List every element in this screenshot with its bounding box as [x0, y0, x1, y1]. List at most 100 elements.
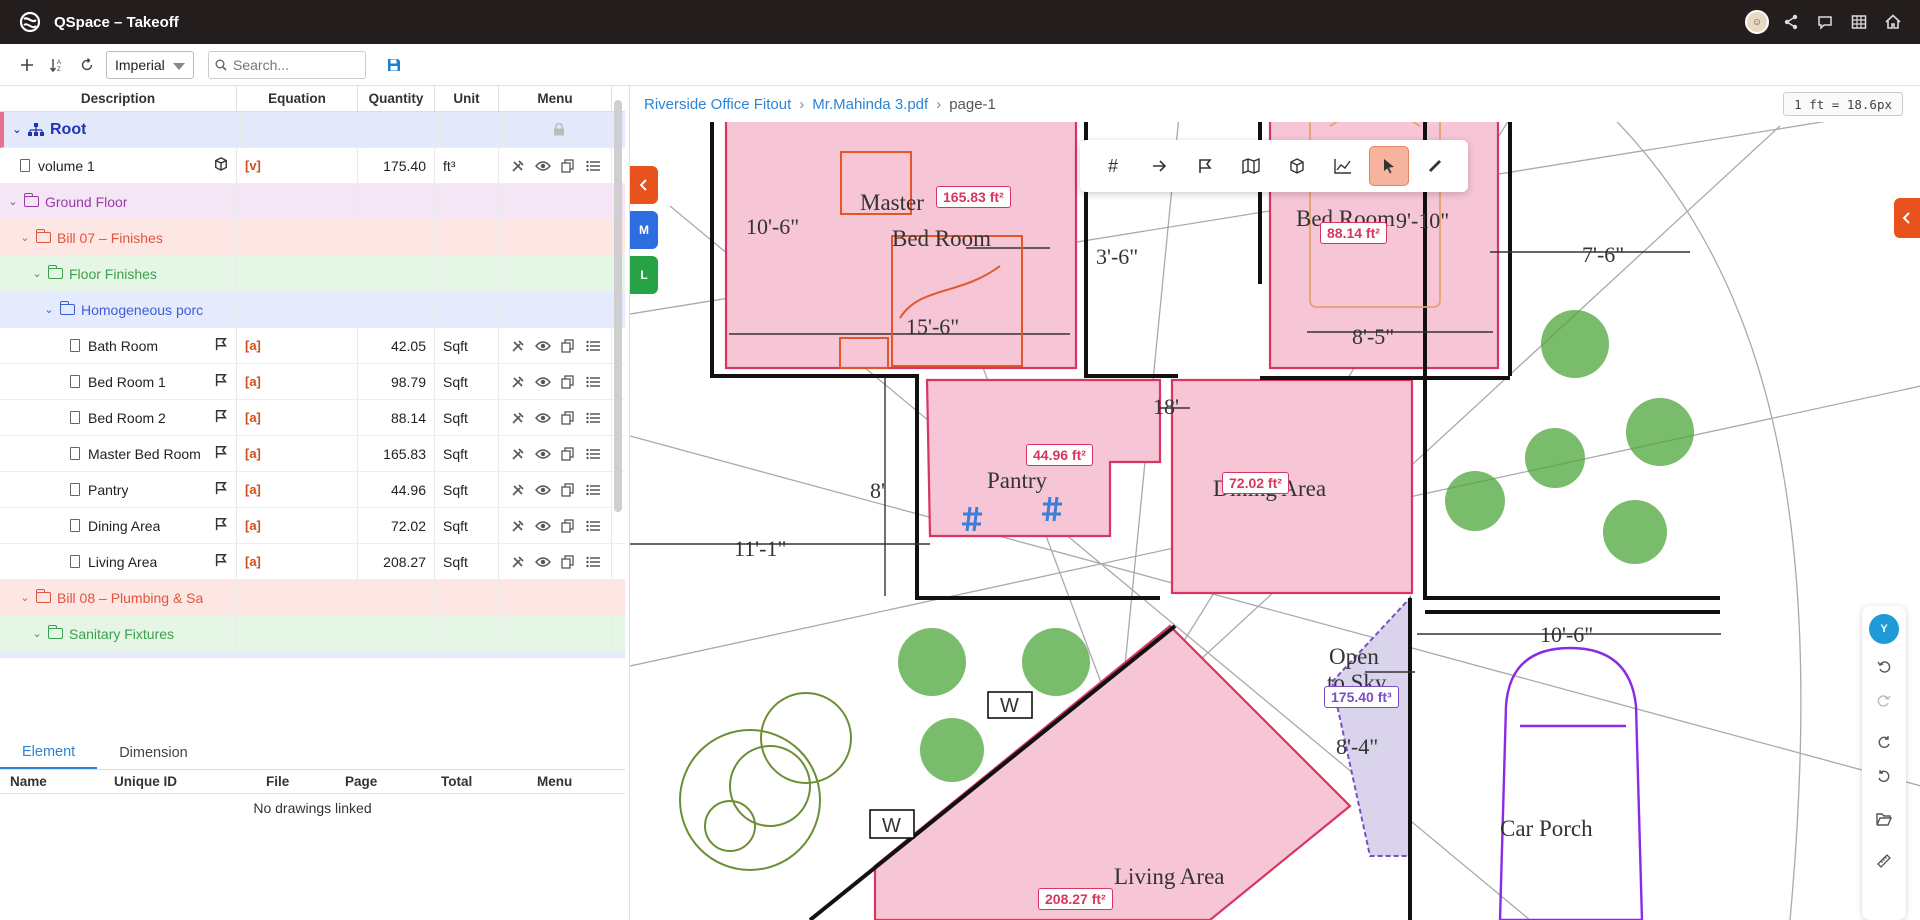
col-quantity[interactable]: Quantity: [358, 86, 435, 111]
eye-icon[interactable]: [534, 157, 552, 175]
unit-system-select[interactable]: Imperial: [106, 50, 194, 79]
list-icon[interactable]: [584, 157, 602, 175]
folder-open-icon[interactable]: [1869, 802, 1899, 836]
line-chart-icon[interactable]: [1323, 146, 1363, 186]
row-equation[interactable]: [v]: [237, 148, 358, 183]
settings-tools-icon[interactable]: [509, 373, 527, 391]
measure-dining-area[interactable]: 72.02 ft²: [1222, 472, 1289, 494]
home-icon[interactable]: [1876, 0, 1910, 44]
copy-icon[interactable]: [559, 157, 577, 175]
row-equation[interactable]: [237, 220, 358, 255]
side-tab-l[interactable]: L: [630, 256, 658, 294]
save-icon[interactable]: [382, 53, 406, 77]
chevron-down-icon[interactable]: ⌄: [6, 195, 20, 208]
eye-icon[interactable]: [534, 553, 552, 571]
chevron-down-icon[interactable]: ⌄: [30, 627, 44, 640]
table-row[interactable]: ⌄ Bill 07 – Finishes: [0, 220, 625, 256]
row-equation[interactable]: [a]: [237, 472, 358, 507]
row-equation[interactable]: [a]: [237, 544, 358, 579]
row-equation[interactable]: [a]: [237, 436, 358, 471]
list-icon[interactable]: [584, 409, 602, 427]
undo-icon[interactable]: [1869, 650, 1899, 684]
table-row[interactable]: Bed Room 2 [a] 88.14 Sqft: [0, 400, 625, 436]
select-pointer-icon[interactable]: [1369, 146, 1409, 186]
col-unit[interactable]: Unit: [435, 86, 499, 111]
row-equation[interactable]: [a]: [237, 400, 358, 435]
arrow-right-icon[interactable]: [1139, 146, 1179, 186]
list-icon[interactable]: [584, 445, 602, 463]
eye-icon[interactable]: [534, 517, 552, 535]
eye-icon[interactable]: [534, 409, 552, 427]
count-tool-hash-icon[interactable]: #: [1093, 146, 1133, 186]
table-row[interactable]: Pantry [a] 44.96 Sqft: [0, 472, 625, 508]
tree-scrollbar[interactable]: [614, 100, 622, 512]
row-equation[interactable]: [237, 292, 358, 327]
table-icon[interactable]: [1842, 0, 1876, 44]
measure-open-to-sky-volume[interactable]: 175.40 ft³: [1324, 686, 1399, 708]
search-box[interactable]: [208, 50, 366, 79]
settings-tools-icon[interactable]: [509, 553, 527, 571]
table-row[interactable]: ⌄ Ground Floor: [0, 184, 625, 220]
settings-tools-icon[interactable]: [509, 337, 527, 355]
add-button[interactable]: [12, 50, 42, 80]
settings-tools-icon[interactable]: [509, 409, 527, 427]
chevron-down-icon[interactable]: ⌄: [10, 123, 24, 136]
copy-icon[interactable]: [559, 517, 577, 535]
row-equation[interactable]: [a]: [237, 508, 358, 543]
copy-icon[interactable]: [559, 445, 577, 463]
cube-icon[interactable]: [1277, 146, 1317, 186]
breadcrumb-file[interactable]: Mr.Mahinda 3.pdf: [812, 96, 928, 113]
breadcrumb-project[interactable]: Riverside Office Fitout: [644, 96, 791, 113]
search-input[interactable]: [233, 56, 353, 73]
rail-y-badge[interactable]: Y: [1869, 614, 1899, 644]
share-icon[interactable]: [1774, 0, 1808, 44]
table-row[interactable]: Bath Room [a] 42.05 Sqft: [0, 328, 625, 364]
copy-icon[interactable]: [559, 481, 577, 499]
map-icon[interactable]: [1231, 146, 1271, 186]
rotate-cw-icon[interactable]: [1869, 726, 1899, 760]
copy-icon[interactable]: [559, 373, 577, 391]
table-row[interactable]: ⌄WC suite (cistern, pa: [0, 652, 625, 658]
measure-bed-room-2[interactable]: 88.14 ft²: [1320, 222, 1387, 244]
eye-icon[interactable]: [534, 445, 552, 463]
floor-plan-drawing[interactable]: Master Bed Room Bed Room Pantry Dining A…: [630, 86, 1920, 920]
row-equation[interactable]: [237, 652, 358, 658]
row-equation[interactable]: [a]: [237, 328, 358, 363]
row-equation[interactable]: [237, 580, 358, 615]
expand-right-tab[interactable]: [1894, 198, 1920, 238]
measure-living-area[interactable]: 208.27 ft²: [1038, 888, 1113, 910]
sort-icon[interactable]: AZ: [42, 50, 72, 80]
list-icon[interactable]: [584, 337, 602, 355]
settings-tools-icon[interactable]: [509, 157, 527, 175]
redo-icon[interactable]: [1869, 684, 1899, 718]
eye-icon[interactable]: [534, 337, 552, 355]
collapse-left-tab[interactable]: [630, 166, 658, 204]
col-equation[interactable]: Equation: [237, 86, 358, 111]
row-equation[interactable]: [237, 616, 358, 651]
area-flag-icon[interactable]: [1185, 146, 1225, 186]
chevron-down-icon[interactable]: ⌄: [18, 591, 32, 604]
drawing-canvas[interactable]: Master Bed Room Bed Room Pantry Dining A…: [629, 86, 1920, 920]
measure-master-bed-room[interactable]: 165.83 ft²: [936, 186, 1011, 208]
chevron-down-icon[interactable]: ⌄: [30, 267, 44, 280]
table-row[interactable]: ⌄ Homogeneous porc: [0, 292, 625, 328]
row-equation[interactable]: [241, 112, 362, 147]
side-tab-m[interactable]: M: [630, 211, 658, 249]
settings-tools-icon[interactable]: [509, 445, 527, 463]
list-icon[interactable]: [584, 481, 602, 499]
table-row[interactable]: Bed Room 1 [a] 98.79 Sqft: [0, 364, 625, 400]
chevron-down-icon[interactable]: ⌄: [42, 303, 56, 316]
table-row[interactable]: ⌄ Sanitary Fixtures: [0, 616, 625, 652]
user-avatar[interactable]: ☺: [1740, 0, 1774, 44]
rotate-ccw-icon[interactable]: [1869, 760, 1899, 794]
list-icon[interactable]: [584, 373, 602, 391]
list-icon[interactable]: [584, 553, 602, 571]
table-row[interactable]: Living Area [a] 208.27 Sqft: [0, 544, 625, 580]
row-equation[interactable]: [237, 184, 358, 219]
settings-tools-icon[interactable]: [509, 517, 527, 535]
settings-tools-icon[interactable]: [509, 481, 527, 499]
chevron-down-icon[interactable]: ⌄: [18, 231, 32, 244]
eye-icon[interactable]: [534, 481, 552, 499]
row-equation[interactable]: [237, 256, 358, 291]
eye-icon[interactable]: [534, 373, 552, 391]
